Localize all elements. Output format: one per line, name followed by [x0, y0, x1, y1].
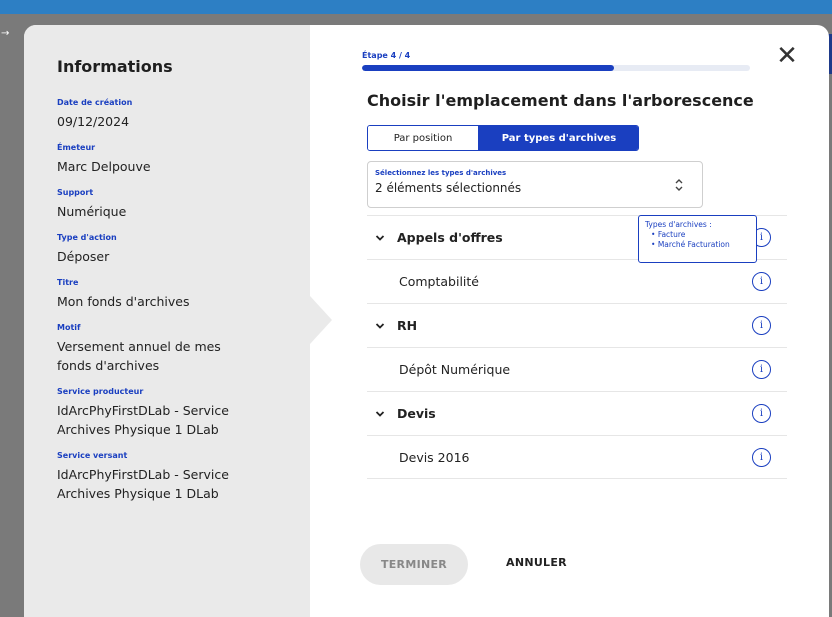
archive-types-select[interactable]: Sélectionnez les types d'archives 2 élém… — [367, 161, 703, 208]
info-label: Date de création — [57, 98, 133, 107]
close-icon[interactable]: ✕ — [773, 43, 801, 71]
info-label: Service producteur — [57, 387, 144, 396]
backdrop-arrow-icon: → — [1, 28, 10, 39]
info-value: Marc Delpouve — [57, 159, 151, 174]
tree-row-label: Comptabilité — [399, 274, 479, 289]
tree-row[interactable]: Comptabilité i — [367, 259, 787, 303]
page-title: Choisir l'emplacement dans l'arborescenc… — [367, 91, 754, 110]
info-label: Émeteur — [57, 143, 96, 152]
tooltip-item: Marché Facturation — [651, 240, 756, 250]
info-item: Support Numérique — [57, 188, 310, 221]
tab-by-archive-types[interactable]: Par types d'archives — [478, 126, 638, 150]
finish-button[interactable]: TERMINER — [360, 544, 468, 585]
step-indicator: Étape 4 / 4 — [362, 51, 411, 60]
archive-types-tooltip: Types d'archives : FactureMarché Factura… — [638, 215, 757, 263]
info-icon[interactable]: i — [752, 360, 771, 379]
progress-bar — [362, 65, 750, 71]
tree-row[interactable]: Devis i — [367, 391, 787, 435]
info-item: Motif Versement annuel de mes fonds d'arc… — [57, 323, 310, 375]
info-item: Service producteur IdArcPhyFirstDLab - Se… — [57, 387, 310, 439]
info-label: Support — [57, 188, 94, 197]
info-value: 09/12/2024 — [57, 114, 130, 129]
tooltip-list: FactureMarché Facturation — [651, 230, 756, 250]
tree-row-label: Appels d'offres — [397, 230, 503, 245]
modal-dialog: Informations Date de création 09/12/2024 É… — [24, 25, 829, 617]
chevron-down-icon[interactable] — [375, 322, 385, 330]
info-label: Type d'action — [57, 233, 117, 242]
info-label: Service versant — [57, 451, 128, 460]
info-value: Numérique — [57, 204, 127, 219]
tree-row[interactable]: Devis 2016 i — [367, 435, 787, 479]
tree-row[interactable]: Dépôt Numérique i — [367, 347, 787, 391]
tree-row-label: Devis — [397, 406, 436, 421]
tree-row-label: RH — [397, 318, 418, 333]
tree-row-label: Devis 2016 — [399, 449, 470, 465]
info-panel: Informations Date de création 09/12/2024 É… — [24, 25, 310, 617]
chevron-updown-icon — [675, 179, 683, 191]
info-item: Type d'action Déposer — [57, 233, 310, 266]
tree-row-label: Dépôt Numérique — [399, 362, 511, 377]
form-panel: Étape 4 / 4 ✕ Choisir l'emplacement dans… — [310, 25, 829, 617]
info-list: Date de création 09/12/2024 Émeteur Marc De… — [57, 98, 310, 503]
view-toggle: Par position Par types d'archives — [367, 125, 639, 151]
info-icon[interactable]: i — [752, 272, 771, 291]
chevron-down-icon[interactable] — [375, 410, 385, 418]
select-label: Sélectionnez les types d'archives — [375, 169, 507, 177]
tab-by-position[interactable]: Par position — [368, 126, 478, 150]
info-label: Motif — [57, 323, 81, 332]
tooltip-item: Facture — [651, 230, 756, 240]
info-value: IdArcPhyFirstDLab - Service Archives Phy… — [57, 467, 229, 501]
backdrop-header — [0, 0, 832, 14]
info-value: Déposer — [57, 249, 110, 264]
info-item: Date de création 09/12/2024 — [57, 98, 310, 131]
chevron-down-icon[interactable] — [375, 234, 385, 242]
tooltip-title: Types d'archives : — [645, 220, 712, 229]
tree-row[interactable]: RH i — [367, 303, 787, 347]
info-title: Informations — [57, 57, 173, 76]
info-value: Mon fonds d'archives — [57, 294, 190, 309]
progress-fill — [362, 65, 615, 71]
info-icon[interactable]: i — [752, 447, 771, 467]
info-icon[interactable]: i — [752, 316, 771, 335]
info-value: IdArcPhyFirstDLab - Service Archives Phy… — [57, 403, 229, 437]
info-value: Versement annuel de mes fonds d'archives — [57, 339, 221, 373]
cancel-button[interactable]: ANNULER — [506, 556, 567, 569]
info-item: Émeteur Marc Delpouve — [57, 143, 310, 176]
info-item: Titre Mon fonds d'archives — [57, 278, 310, 311]
info-item: Service versant IdArcPhyFirstDLab - Servi… — [57, 451, 310, 503]
info-icon[interactable]: i — [752, 404, 771, 423]
select-value: 2 éléments sélectionnés — [375, 181, 522, 195]
info-label: Titre — [57, 278, 79, 287]
